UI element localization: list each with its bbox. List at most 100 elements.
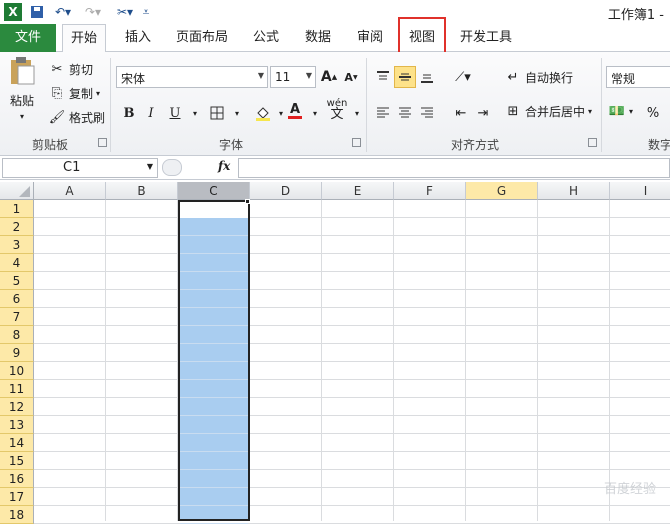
orientation-button[interactable]: ⟋▾: [448, 66, 478, 88]
row-header-6[interactable]: 6: [0, 290, 34, 308]
borders-icon: [210, 106, 224, 120]
formula-input[interactable]: [238, 158, 670, 178]
tab-formulas[interactable]: 公式: [246, 24, 286, 52]
row-header-2[interactable]: 2: [0, 218, 34, 236]
underline-dropdown-icon[interactable]: ▾: [184, 102, 206, 124]
tools-icon[interactable]: ✂▾: [112, 3, 138, 21]
selection-row-line: [180, 451, 248, 452]
number-format-select[interactable]: 常规: [606, 66, 670, 88]
row-header-10[interactable]: 10: [0, 362, 34, 380]
tab-home[interactable]: 开始: [62, 24, 106, 53]
phonetic-button[interactable]: wén 文: [326, 98, 348, 121]
selection-row-line: [180, 487, 248, 488]
row-header-11[interactable]: 11: [0, 380, 34, 398]
row-header-17[interactable]: 17: [0, 488, 34, 506]
excel-logo-icon[interactable]: X: [4, 3, 22, 21]
worksheet-grid[interactable]: ABCDEFGHI 1 2 3 4 5 6 7 8 9 10 11 12 13 14 15 16 17 18 百度…: [0, 182, 670, 524]
tab-review[interactable]: 审阅: [350, 24, 390, 52]
paste-button[interactable]: 粘贴 ▾: [8, 56, 36, 121]
row-header-7[interactable]: 7: [0, 308, 34, 326]
italic-button[interactable]: I: [140, 102, 162, 124]
shrink-font-button[interactable]: A ▼: [340, 66, 362, 88]
name-box[interactable]: C1 ▼: [2, 158, 158, 178]
row-header-12[interactable]: 12: [0, 398, 34, 416]
align-middle-button[interactable]: [394, 66, 416, 88]
font-color-swatch: [288, 115, 302, 119]
column-header-f[interactable]: F: [394, 182, 466, 200]
cut-button[interactable]: ✂ 剪切: [48, 60, 93, 78]
underline-button[interactable]: U: [164, 102, 186, 124]
currency-format-button[interactable]: 💵 ▾: [608, 102, 633, 120]
column-header-h[interactable]: H: [538, 182, 610, 200]
row-header-3[interactable]: 3: [0, 236, 34, 254]
fill-handle[interactable]: [245, 199, 250, 204]
font-size-select[interactable]: 11 ▼: [270, 66, 316, 88]
borders-button[interactable]: [206, 102, 228, 124]
customize-toolbar-icon[interactable]: ⩡: [140, 3, 152, 21]
column-header-d[interactable]: D: [250, 182, 322, 200]
align-top-button[interactable]: [372, 66, 394, 88]
align-left-button[interactable]: [372, 102, 394, 124]
select-all-corner[interactable]: [0, 182, 34, 200]
align-right-button[interactable]: [416, 102, 438, 124]
grid-hline: [34, 451, 670, 452]
selection-row-line: [180, 379, 248, 380]
align-right-icon: [421, 107, 433, 118]
column-header-a[interactable]: A: [34, 182, 106, 200]
undo-icon[interactable]: ↶▾: [50, 3, 76, 21]
column-header-e[interactable]: E: [322, 182, 394, 200]
text-orientation-icon: ⟋▾: [455, 69, 471, 85]
row-header-4[interactable]: 4: [0, 254, 34, 272]
number-group-label: 数字: [648, 138, 670, 152]
watermark-text: 百度经验: [603, 482, 656, 497]
active-cell-c1[interactable]: [180, 202, 248, 218]
font-dialog-launcher-icon[interactable]: [352, 138, 361, 147]
format-painter-button[interactable]: 🖌 格式刷: [48, 108, 105, 126]
currency-dropdown-icon: ▾: [629, 106, 634, 116]
row-header-15[interactable]: 15: [0, 452, 34, 470]
tab-page-layout[interactable]: 页面布局: [172, 24, 232, 52]
font-name-select[interactable]: 宋体 ▼: [116, 66, 268, 88]
align-center-button[interactable]: [394, 102, 416, 124]
phonetic-dropdown-icon[interactable]: ▾: [346, 102, 368, 124]
row-header-14[interactable]: 14: [0, 434, 34, 452]
tab-data[interactable]: 数据: [298, 24, 338, 52]
font-color-button[interactable]: A: [284, 100, 306, 122]
tab-developer[interactable]: 开发工具: [456, 24, 516, 52]
row-header-1[interactable]: 1: [0, 200, 34, 218]
row-header-8[interactable]: 8: [0, 326, 34, 344]
insert-function-button[interactable]: fx: [218, 159, 230, 173]
wrap-text-button[interactable]: ↵ 自动换行: [504, 68, 573, 86]
tab-insert[interactable]: 插入: [118, 24, 158, 52]
merge-center-button[interactable]: ⊞ 合并后居中 ▾: [504, 102, 592, 120]
align-bottom-button[interactable]: [416, 66, 438, 88]
save-icon[interactable]: [28, 3, 46, 21]
column-header-g[interactable]: G: [466, 182, 538, 200]
row-header-18[interactable]: 18: [0, 506, 34, 524]
decrease-indent-button[interactable]: ⇤: [450, 102, 472, 124]
tab-file[interactable]: 文件: [0, 24, 56, 52]
row-header-5[interactable]: 5: [0, 272, 34, 290]
grid-hline: [34, 469, 670, 470]
window-title: 工作簿1 -: [607, 8, 664, 23]
clipboard-dialog-launcher-icon[interactable]: [98, 138, 107, 147]
redo-icon[interactable]: ↷▾: [80, 3, 106, 21]
row-header-16[interactable]: 16: [0, 470, 34, 488]
row-header-13[interactable]: 13: [0, 416, 34, 434]
column-header-b[interactable]: B: [106, 182, 178, 200]
bold-button[interactable]: B: [118, 102, 140, 124]
borders-dropdown-icon[interactable]: ▾: [226, 102, 248, 124]
copy-button[interactable]: ⎘ 复制 ▾: [48, 84, 100, 102]
grow-font-button[interactable]: A ▲: [318, 66, 340, 88]
row-header-9[interactable]: 9: [0, 344, 34, 362]
font-color-dropdown-icon[interactable]: ▾: [304, 102, 326, 124]
increase-indent-button[interactable]: ⇥: [472, 102, 494, 124]
alignment-dialog-launcher-icon[interactable]: [588, 138, 597, 147]
expand-circle-icon[interactable]: [162, 159, 182, 176]
align-bottom-icon: [421, 74, 433, 83]
column-header-c[interactable]: C: [178, 182, 250, 200]
percent-style-button[interactable]: %: [642, 102, 664, 124]
column-header-i[interactable]: I: [610, 182, 670, 200]
grid-hline: [34, 325, 670, 326]
decrease-indent-icon: ⇤: [455, 105, 467, 121]
